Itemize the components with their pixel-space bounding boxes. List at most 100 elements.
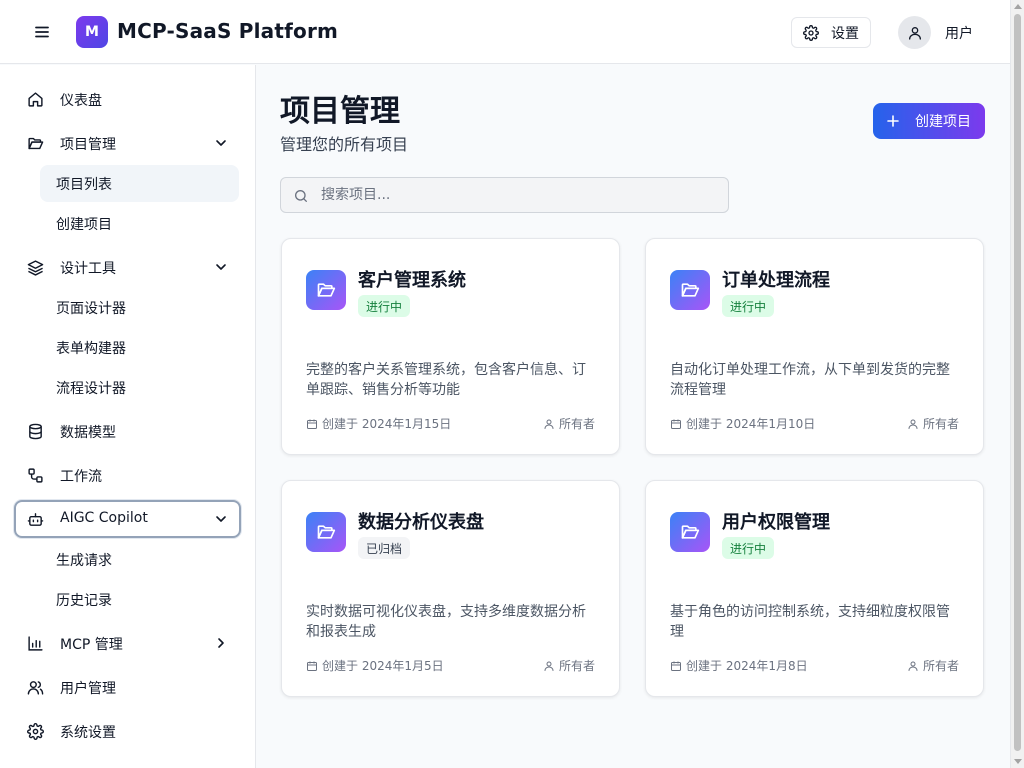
sidebar-subitem-flow-designer[interactable]: 流程设计器 [40, 369, 239, 406]
sidebar-item-design-tools[interactable]: 设计工具 [14, 248, 241, 286]
gear-icon [27, 723, 44, 740]
page-subtitle: 管理您的所有项目 [280, 135, 409, 154]
sidebar-item-aigc-copilot[interactable]: AIGC Copilot [14, 500, 241, 538]
gear-icon [803, 24, 819, 41]
project-card[interactable]: 订单处理流程 进行中 自动化订单处理工作流，从下单到发货的完整流程管理 创建于 … [645, 238, 984, 455]
database-icon [29, 423, 42, 440]
project-icon [306, 512, 346, 552]
folder-open-icon [28, 137, 44, 150]
status-badge: 进行中 [722, 537, 775, 559]
created-date-text: 创建于 2024年1月8日 [686, 659, 808, 673]
sidebar-subitem-create-project[interactable]: 创建项目 [40, 205, 239, 242]
sidebar: 仪表盘 项目管理 项目列表 创建项目 设计工具 页面设计器 表单构建器 流程设计… [0, 65, 256, 768]
sidebar-item-label: 系统设置 [60, 725, 116, 741]
owner: 所有者 [543, 415, 595, 432]
top-app-bar: M MCP-SaaS Platform 设置 用户 [0, 0, 1010, 64]
sidebar-item-label: 用户管理 [60, 681, 116, 697]
sidebar-item-label: AIGC Copilot [60, 510, 148, 526]
owner-text: 所有者 [558, 659, 595, 673]
brand-logo: M [76, 16, 108, 48]
chevron-down-icon [216, 140, 226, 146]
menu-icon [35, 26, 49, 38]
created-date-text: 创建于 2024年1月5日 [322, 659, 444, 673]
sidebar-item-label: 数据模型 [60, 425, 116, 441]
chevron-down-icon [216, 516, 226, 522]
folder-open-icon [317, 283, 336, 297]
sidebar-subitem-history[interactable]: 历史记录 [40, 581, 239, 618]
layers-icon [27, 260, 44, 276]
scroll-thumb[interactable] [1014, 14, 1021, 751]
owner-text: 所有者 [558, 417, 595, 431]
project-description: 自动化订单处理工作流，从下单到发货的完整流程管理 [670, 362, 950, 398]
users-icon [27, 681, 44, 695]
sidebar-item-label: 工作流 [60, 469, 102, 485]
calendar-icon [307, 419, 317, 429]
settings-button[interactable]: 设置 [791, 17, 871, 48]
project-card[interactable]: 用户权限管理 进行中 基于角色的访问控制系统，支持细粒度权限管理 创建于 202… [645, 480, 984, 697]
sidebar-subitem-page-designer[interactable]: 页面设计器 [40, 289, 239, 326]
sidebar-item-label: MCP 管理 [60, 637, 123, 653]
created-date: 创建于 2024年1月5日 [306, 657, 444, 674]
user-avatar[interactable] [898, 16, 931, 49]
sidebar-subitem-generate-request[interactable]: 生成请求 [40, 541, 239, 578]
project-card[interactable]: 数据分析仪表盘 已归档 实时数据可视化仪表盘，支持多维度数据分析和报表生成 创建… [281, 480, 620, 697]
project-name: 订单处理流程 [722, 270, 830, 291]
user-icon [544, 419, 554, 429]
create-project-button[interactable]: 创建项目 [873, 103, 985, 139]
search-input[interactable] [321, 178, 721, 212]
project-description: 实时数据可视化仪表盘，支持多维度数据分析和报表生成 [306, 604, 586, 640]
sidebar-item-label: 设计工具 [60, 261, 116, 277]
page-scrollbar[interactable] [1010, 0, 1024, 768]
user-menu-label[interactable]: 用户 [945, 23, 973, 43]
folder-open-icon [681, 525, 700, 539]
user-icon [544, 661, 554, 671]
status-badge: 进行中 [358, 295, 411, 317]
sidebar-item-label: 项目管理 [60, 137, 116, 153]
user-icon [908, 26, 921, 40]
chevron-down-icon [216, 264, 226, 270]
hamburger-menu-button[interactable] [28, 20, 56, 44]
sidebar-item-mcp-management[interactable]: MCP 管理 [14, 624, 241, 662]
sidebar-subitem-form-builder[interactable]: 表单构建器 [40, 329, 239, 366]
owner-text: 所有者 [922, 659, 959, 673]
folder-open-icon [317, 525, 336, 539]
search-box[interactable] [280, 177, 729, 213]
sidebar-item-system-settings[interactable]: 系统设置 [14, 712, 241, 750]
workflow-icon [28, 468, 43, 483]
project-icon [670, 270, 710, 310]
brand-logo-letter: M [85, 24, 99, 40]
owner: 所有者 [907, 657, 959, 674]
calendar-icon [671, 661, 681, 671]
settings-label: 设置 [831, 25, 859, 42]
scroll-down-arrow-icon[interactable] [1014, 759, 1022, 764]
sidebar-item-dashboard[interactable]: 仪表盘 [14, 80, 241, 118]
calendar-icon [307, 661, 317, 671]
sidebar-item-workflow[interactable]: 工作流 [14, 456, 241, 494]
scroll-up-arrow-icon[interactable] [1014, 4, 1022, 9]
owner: 所有者 [543, 657, 595, 674]
sidebar-item-user-management[interactable]: 用户管理 [14, 668, 241, 706]
user-icon [908, 661, 918, 671]
project-icon [306, 270, 346, 310]
user-icon [908, 419, 918, 429]
sidebar-item-projects[interactable]: 项目管理 [14, 124, 241, 162]
create-project-label: 创建项目 [915, 114, 971, 130]
bot-icon [27, 513, 44, 526]
project-description: 完整的客户关系管理系统，包含客户信息、订单跟踪、销售分析等功能 [306, 362, 586, 398]
project-description: 基于角色的访问控制系统，支持细粒度权限管理 [670, 604, 950, 640]
created-date: 创建于 2024年1月8日 [670, 657, 808, 674]
sidebar-subitem-project-list[interactable]: 项目列表 [40, 165, 239, 202]
created-date-text: 创建于 2024年1月10日 [686, 417, 816, 431]
project-name: 用户权限管理 [722, 512, 830, 533]
sidebar-item-data-model[interactable]: 数据模型 [14, 412, 241, 450]
folder-open-icon [681, 283, 700, 297]
project-name: 客户管理系统 [358, 270, 466, 291]
page-title: 项目管理 [280, 94, 400, 129]
status-badge: 已归档 [358, 537, 411, 559]
chevron-right-icon [218, 638, 224, 648]
project-name: 数据分析仪表盘 [358, 512, 484, 533]
project-card[interactable]: 客户管理系统 进行中 完整的客户关系管理系统，包含客户信息、订单跟踪、销售分析等… [281, 238, 620, 455]
home-icon [28, 92, 43, 107]
status-badge: 进行中 [722, 295, 775, 317]
sidebar-item-label: 仪表盘 [60, 93, 102, 109]
